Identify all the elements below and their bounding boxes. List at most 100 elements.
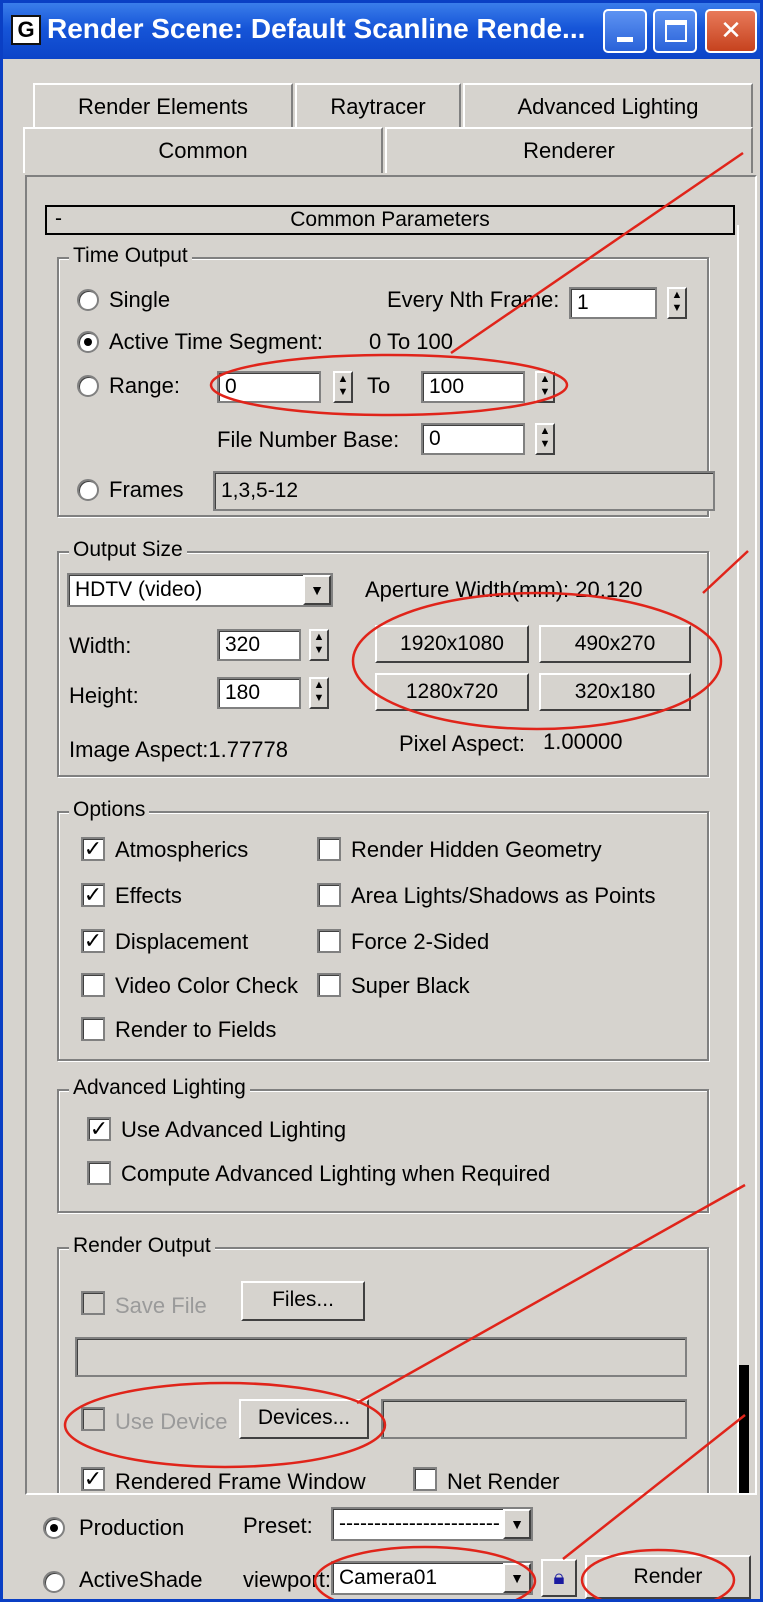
height-spinner[interactable]: ▲ ▼ [309,677,329,709]
active-time-segment-value: 0 To 100 [369,329,454,354]
files-button[interactable]: Files... [241,1281,365,1321]
range-to-field[interactable]: 100 [421,371,525,403]
frames-radio[interactable] [77,479,99,501]
save-file-checkbox[interactable] [81,1291,105,1315]
advanced-lighting-group: Advanced Lighting [57,1076,709,1213]
tab-raytracer[interactable]: Raytracer [295,83,461,129]
preset-dropdown[interactable]: ----------------------- ▼ [331,1507,533,1541]
save-file-label: Save File [115,1293,207,1318]
maximize-button[interactable] [653,9,697,53]
options-label: Options [69,798,150,822]
close-icon: ✕ [720,15,742,45]
output-size-preset-value: HDTV (video) [75,578,203,601]
area-lights-label: Area Lights/Shadows as Points [351,883,656,908]
range-from-field[interactable]: 0 [217,371,321,403]
chevron-down-icon[interactable]: ▼ [303,575,331,605]
range-label: Range: [109,373,180,398]
active-time-segment-label: Active Time Segment: [109,329,323,354]
lock-button[interactable]: 🔒︎ [541,1559,577,1597]
render-button[interactable]: Render [585,1555,751,1599]
app-icon: G [11,15,41,45]
preset-value: ----------------------- [339,1512,500,1535]
every-nth-spinner[interactable]: ▲ ▼ [667,287,687,319]
pixel-aspect-value: 1.00000 [543,729,623,754]
device-field[interactable] [381,1399,687,1439]
window-title: Render Scene: Default Scanline Rende... [47,13,586,44]
file-number-base-spinner[interactable]: ▲ ▼ [535,423,555,455]
advanced-lighting-label: Advanced Lighting [69,1076,250,1100]
area-lights-checkbox[interactable] [317,883,341,907]
force-2-sided-checkbox[interactable] [317,929,341,953]
atmospherics-checkbox[interactable]: ✓ [81,837,105,861]
title-bar[interactable]: G Render Scene: Default Scanline Rende..… [3,3,760,59]
use-advanced-lighting-label: Use Advanced Lighting [121,1117,347,1142]
rendered-frame-window-checkbox[interactable]: ✓ [81,1467,105,1491]
single-radio[interactable] [77,289,99,311]
chevron-down-icon[interactable]: ▼ [503,1563,531,1593]
tab-common[interactable]: Common [23,127,383,173]
output-size-preset-dropdown[interactable]: HDTV (video) ▼ [67,573,333,607]
use-advanced-lighting-checkbox[interactable]: ✓ [87,1117,111,1141]
size-button-320x180[interactable]: 320x180 [539,673,691,711]
activeshade-label: ActiveShade [79,1567,203,1592]
minimize-button[interactable] [603,9,647,53]
viewport-dropdown[interactable]: Camera01 ▼ [331,1561,533,1595]
size-button-1280x720[interactable]: 1280x720 [375,673,529,711]
displacement-checkbox[interactable]: ✓ [81,929,105,953]
every-nth-field[interactable]: 1 [569,287,657,319]
compute-advanced-lighting-checkbox[interactable] [87,1161,111,1185]
bottom-bar: Production Preset: ---------------------… [3,1497,760,1599]
time-output-label: Time Output [69,244,192,268]
effects-checkbox[interactable]: ✓ [81,883,105,907]
render-scene-dialog: G Render Scene: Default Scanline Rende..… [0,0,763,1602]
file-number-base-field[interactable]: 0 [421,423,525,455]
panel-scrollbar[interactable] [737,225,747,1493]
pixel-aspect-label: Pixel Aspect: [399,731,525,756]
range-to-label: To [367,373,391,398]
production-label: Production [79,1515,185,1540]
frames-field[interactable]: 1,3,5-12 [213,471,715,511]
common-parameters-rollout[interactable]: - Common Parameters [45,205,735,235]
size-button-1920x1080[interactable]: 1920x1080 [375,625,529,663]
use-device-checkbox[interactable] [81,1407,105,1431]
size-button-490x270[interactable]: 490x270 [539,625,691,663]
range-to-spinner[interactable]: ▲ ▼ [535,371,555,403]
scrollbar-thumb[interactable] [739,1365,749,1493]
chevron-down-icon[interactable]: ▼ [503,1509,531,1539]
tab-renderer[interactable]: Renderer [385,127,753,173]
width-field[interactable]: 320 [217,629,301,661]
super-black-checkbox[interactable] [317,973,341,997]
tab-render-elements[interactable]: Render Elements [33,83,293,129]
height-field[interactable]: 180 [217,677,301,709]
close-button[interactable]: ✕ [705,9,757,53]
rendered-frame-window-label: Rendered Frame Window [115,1469,366,1494]
video-color-check-label: Video Color Check [115,973,299,998]
render-to-fields-checkbox[interactable] [81,1017,105,1041]
displacement-label: Displacement [115,929,249,954]
common-panel: - Common Parameters Time Output Single E… [25,175,757,1495]
maximize-icon [665,20,687,42]
use-device-label: Use Device [115,1409,228,1434]
width-spinner[interactable]: ▲ ▼ [309,629,329,661]
width-label: Width: [69,633,132,658]
height-label: Height: [69,683,139,708]
output-file-path-field[interactable] [75,1337,687,1377]
devices-button[interactable]: Devices... [239,1399,369,1439]
effects-label: Effects [115,883,182,908]
net-render-checkbox[interactable] [413,1467,437,1491]
file-number-base-label: File Number Base: [217,427,400,452]
tab-advanced-lighting[interactable]: Advanced Lighting [463,83,753,129]
active-time-segment-radio[interactable] [77,331,99,353]
render-hidden-geometry-checkbox[interactable] [317,837,341,861]
range-radio[interactable] [77,375,99,397]
video-color-check-checkbox[interactable] [81,973,105,997]
every-nth-label: Every Nth Frame: [387,287,560,312]
production-radio[interactable] [43,1517,65,1539]
render-output-label: Render Output [69,1234,215,1258]
viewport-label: viewport: [243,1567,332,1592]
super-black-label: Super Black [351,973,470,998]
compute-advanced-lighting-label: Compute Advanced Lighting when Required [121,1161,551,1186]
range-from-spinner[interactable]: ▲ ▼ [333,371,353,403]
activeshade-radio[interactable] [43,1571,65,1593]
render-hidden-geometry-label: Render Hidden Geometry [351,837,602,862]
